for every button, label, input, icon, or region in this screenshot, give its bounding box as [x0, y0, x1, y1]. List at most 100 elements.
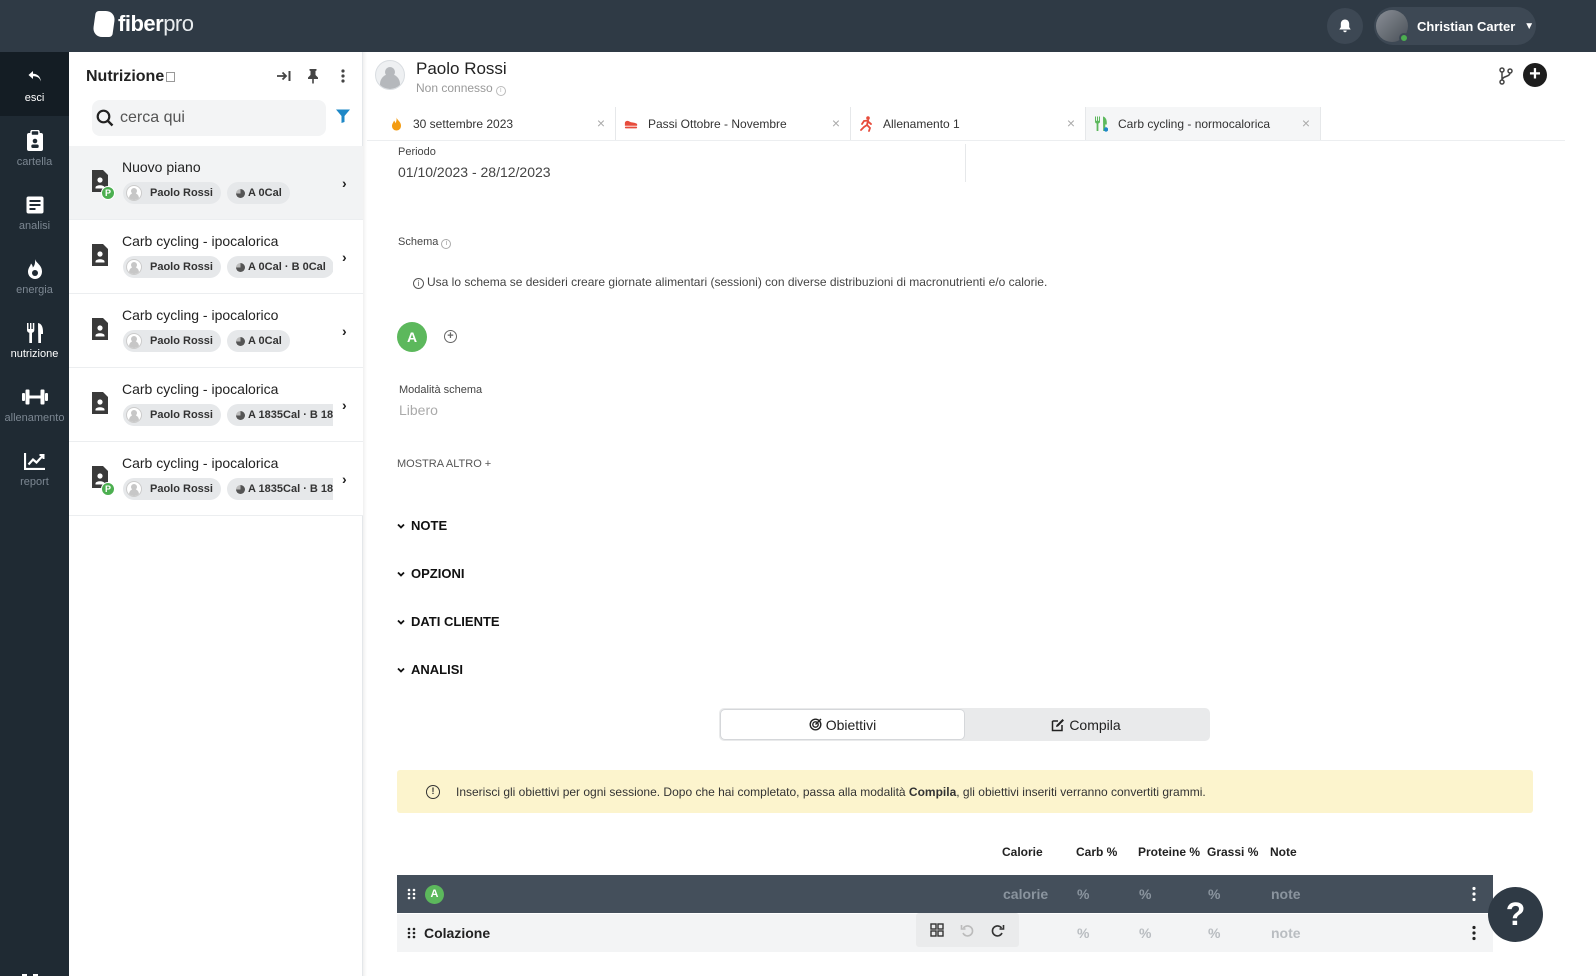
mode-label: Modalità schema — [399, 384, 483, 396]
client-tag: Paolo Rossi — [123, 330, 221, 352]
column-header-proteine: Proteine % — [1138, 845, 1201, 859]
rail-item-energia[interactable]: energia — [0, 244, 69, 308]
top-bar: fiberpro Christian Carter ▼ — [0, 0, 1596, 52]
help-button[interactable]: ? — [1488, 887, 1543, 942]
add-session-button[interactable]: + — [444, 330, 457, 343]
rail-item-cartella[interactable]: cartella — [0, 116, 69, 180]
tab-energia[interactable]: 30 settembre 2023 × — [381, 107, 616, 140]
calorie-input[interactable]: calorie — [1003, 886, 1048, 902]
period-label: Periodo — [398, 146, 436, 158]
plan-status-badge: P — [101, 482, 115, 496]
section-analisi[interactable]: ANALISI — [397, 662, 463, 677]
drag-handle-icon[interactable] — [407, 888, 416, 900]
toggle-label: Obiettivi — [825, 716, 877, 733]
rail-label: report — [20, 475, 49, 488]
notifications-button[interactable] — [1327, 8, 1363, 44]
main-content: Paolo Rossi Non connesso i + 30 settembre… — [367, 52, 1565, 976]
note-input[interactable]: note — [1271, 886, 1301, 902]
drag-handle-icon[interactable] — [407, 927, 416, 939]
undo-icon[interactable] — [958, 921, 976, 939]
tab-carb-cycling[interactable]: Carb cycling - normocalorica × — [1086, 107, 1321, 140]
section-note[interactable]: NOTE — [397, 518, 447, 533]
client-tag: Paolo Rossi — [123, 478, 221, 500]
user-menu[interactable]: Christian Carter ▼ — [1374, 7, 1536, 45]
rail-label: cartella — [16, 155, 53, 168]
row-menu-icon[interactable] — [1472, 925, 1476, 941]
panel-more-button[interactable] — [334, 67, 352, 85]
add-button[interactable]: + — [1523, 63, 1547, 87]
client-tag: Paolo Rossi — [123, 182, 221, 204]
close-icon[interactable]: × — [597, 115, 605, 131]
fullscreen-icon[interactable] — [20, 972, 40, 976]
tab-passi[interactable]: Passi Ottobre - Novembre × — [616, 107, 851, 140]
protein-input[interactable]: % — [1139, 925, 1151, 941]
mode-toggle: Obiettivi Compila — [719, 708, 1210, 741]
carb-input[interactable]: % — [1077, 925, 1089, 941]
branch-icon[interactable] — [1498, 67, 1514, 85]
client-tag: Paolo Rossi — [123, 256, 221, 278]
session-row: A calorie % % % note — [397, 875, 1493, 913]
section-title: OPZIONI — [411, 566, 465, 581]
note-input[interactable]: note — [1271, 925, 1301, 941]
chevron-down-icon — [397, 523, 405, 529]
rail-item-esci[interactable]: esci — [0, 52, 69, 116]
close-icon[interactable]: × — [832, 115, 840, 131]
collapse-panel-button[interactable] — [275, 67, 293, 85]
calories-tag-label: A 1835Cal · B 1835Cal — [247, 409, 333, 421]
info-icon[interactable]: i — [495, 86, 506, 96]
rail-item-allenamento[interactable]: allenamento — [0, 372, 69, 436]
fat-input[interactable]: % — [1208, 886, 1220, 902]
shoe-icon — [624, 120, 638, 128]
logo-mark-icon — [92, 11, 116, 37]
grid-view-icon[interactable] — [928, 921, 946, 939]
exclamation-icon: ! — [426, 784, 440, 799]
plan-list-item[interactable]: Carb cycling - ipocalorica Paolo Rossi A… — [69, 368, 363, 442]
toggle-obiettivi[interactable]: Obiettivi — [721, 710, 964, 739]
close-icon[interactable]: × — [1067, 115, 1075, 131]
filter-icon[interactable] — [335, 108, 351, 124]
plan-list-item[interactable]: P Carb cycling - ipocalorica Paolo Rossi… — [69, 442, 363, 516]
plan-list-item[interactable]: Carb cycling - ipocalorica Paolo Rossi A… — [69, 220, 363, 294]
protein-input[interactable]: % — [1139, 886, 1151, 902]
pie-icon — [235, 336, 245, 346]
info-icon[interactable]: i — [441, 239, 452, 249]
pin-button[interactable] — [304, 67, 322, 85]
caret-down-icon: ▼ — [1524, 20, 1535, 32]
avatar — [126, 259, 142, 275]
close-icon[interactable]: × — [1302, 115, 1310, 131]
schema-hint: i Usa lo schema se desideri creare giorna… — [413, 275, 1047, 289]
plan-list-item[interactable]: P Nuovo piano Paolo Rossi A 0Cal › — [69, 146, 363, 220]
client-tag-label: Paolo Rossi — [150, 261, 213, 273]
session-a-button[interactable]: A — [397, 322, 427, 352]
redo-icon[interactable] — [989, 921, 1007, 939]
rail-label: esci — [24, 91, 45, 104]
period-value[interactable]: 01/10/2023 - 28/12/2023 — [398, 164, 551, 180]
plan-title: Carb cycling - ipocalorico — [122, 307, 279, 323]
schema-hint-text: Usa lo schema se desideri creare giornat… — [427, 275, 1048, 289]
mode-value[interactable]: Libero — [399, 402, 438, 418]
arrow-to-right-icon — [277, 71, 291, 81]
tab-label: Allenamento 1 — [883, 116, 960, 131]
fiberpro-logo[interactable]: fiberpro — [92, 11, 194, 37]
plan-list-item[interactable]: Carb cycling - ipocalorico Paolo Rossi A… — [69, 294, 363, 368]
rail-item-report[interactable]: report — [0, 436, 69, 500]
toggle-compila[interactable]: Compila — [964, 710, 1208, 739]
pin-icon — [308, 69, 318, 84]
column-header-carb: Carb % — [1076, 845, 1118, 859]
row-menu-icon[interactable] — [1472, 886, 1476, 902]
plan-status-badge: P — [101, 186, 115, 200]
pie-icon — [235, 484, 245, 494]
show-more-link[interactable]: MOSTRA ALTRO + — [397, 458, 491, 470]
tab-label: Carb cycling - normocalorica — [1118, 116, 1271, 131]
search-input[interactable] — [120, 109, 320, 127]
tab-allenamento[interactable]: Allenamento 1 × — [851, 107, 1086, 140]
rail-item-analisi[interactable]: analisi — [0, 180, 69, 244]
rail-item-nutrizione[interactable]: nutrizione — [0, 308, 69, 372]
edit-icon — [1052, 718, 1065, 731]
carb-input[interactable]: % — [1077, 886, 1089, 902]
fat-input[interactable]: % — [1208, 925, 1220, 941]
calories-tag: A 0Cal — [226, 330, 290, 352]
section-opzioni[interactable]: OPZIONI — [397, 566, 464, 581]
chevron-right-icon: › — [342, 249, 347, 265]
section-dati-cliente[interactable]: DATI CLIENTE — [397, 614, 500, 629]
